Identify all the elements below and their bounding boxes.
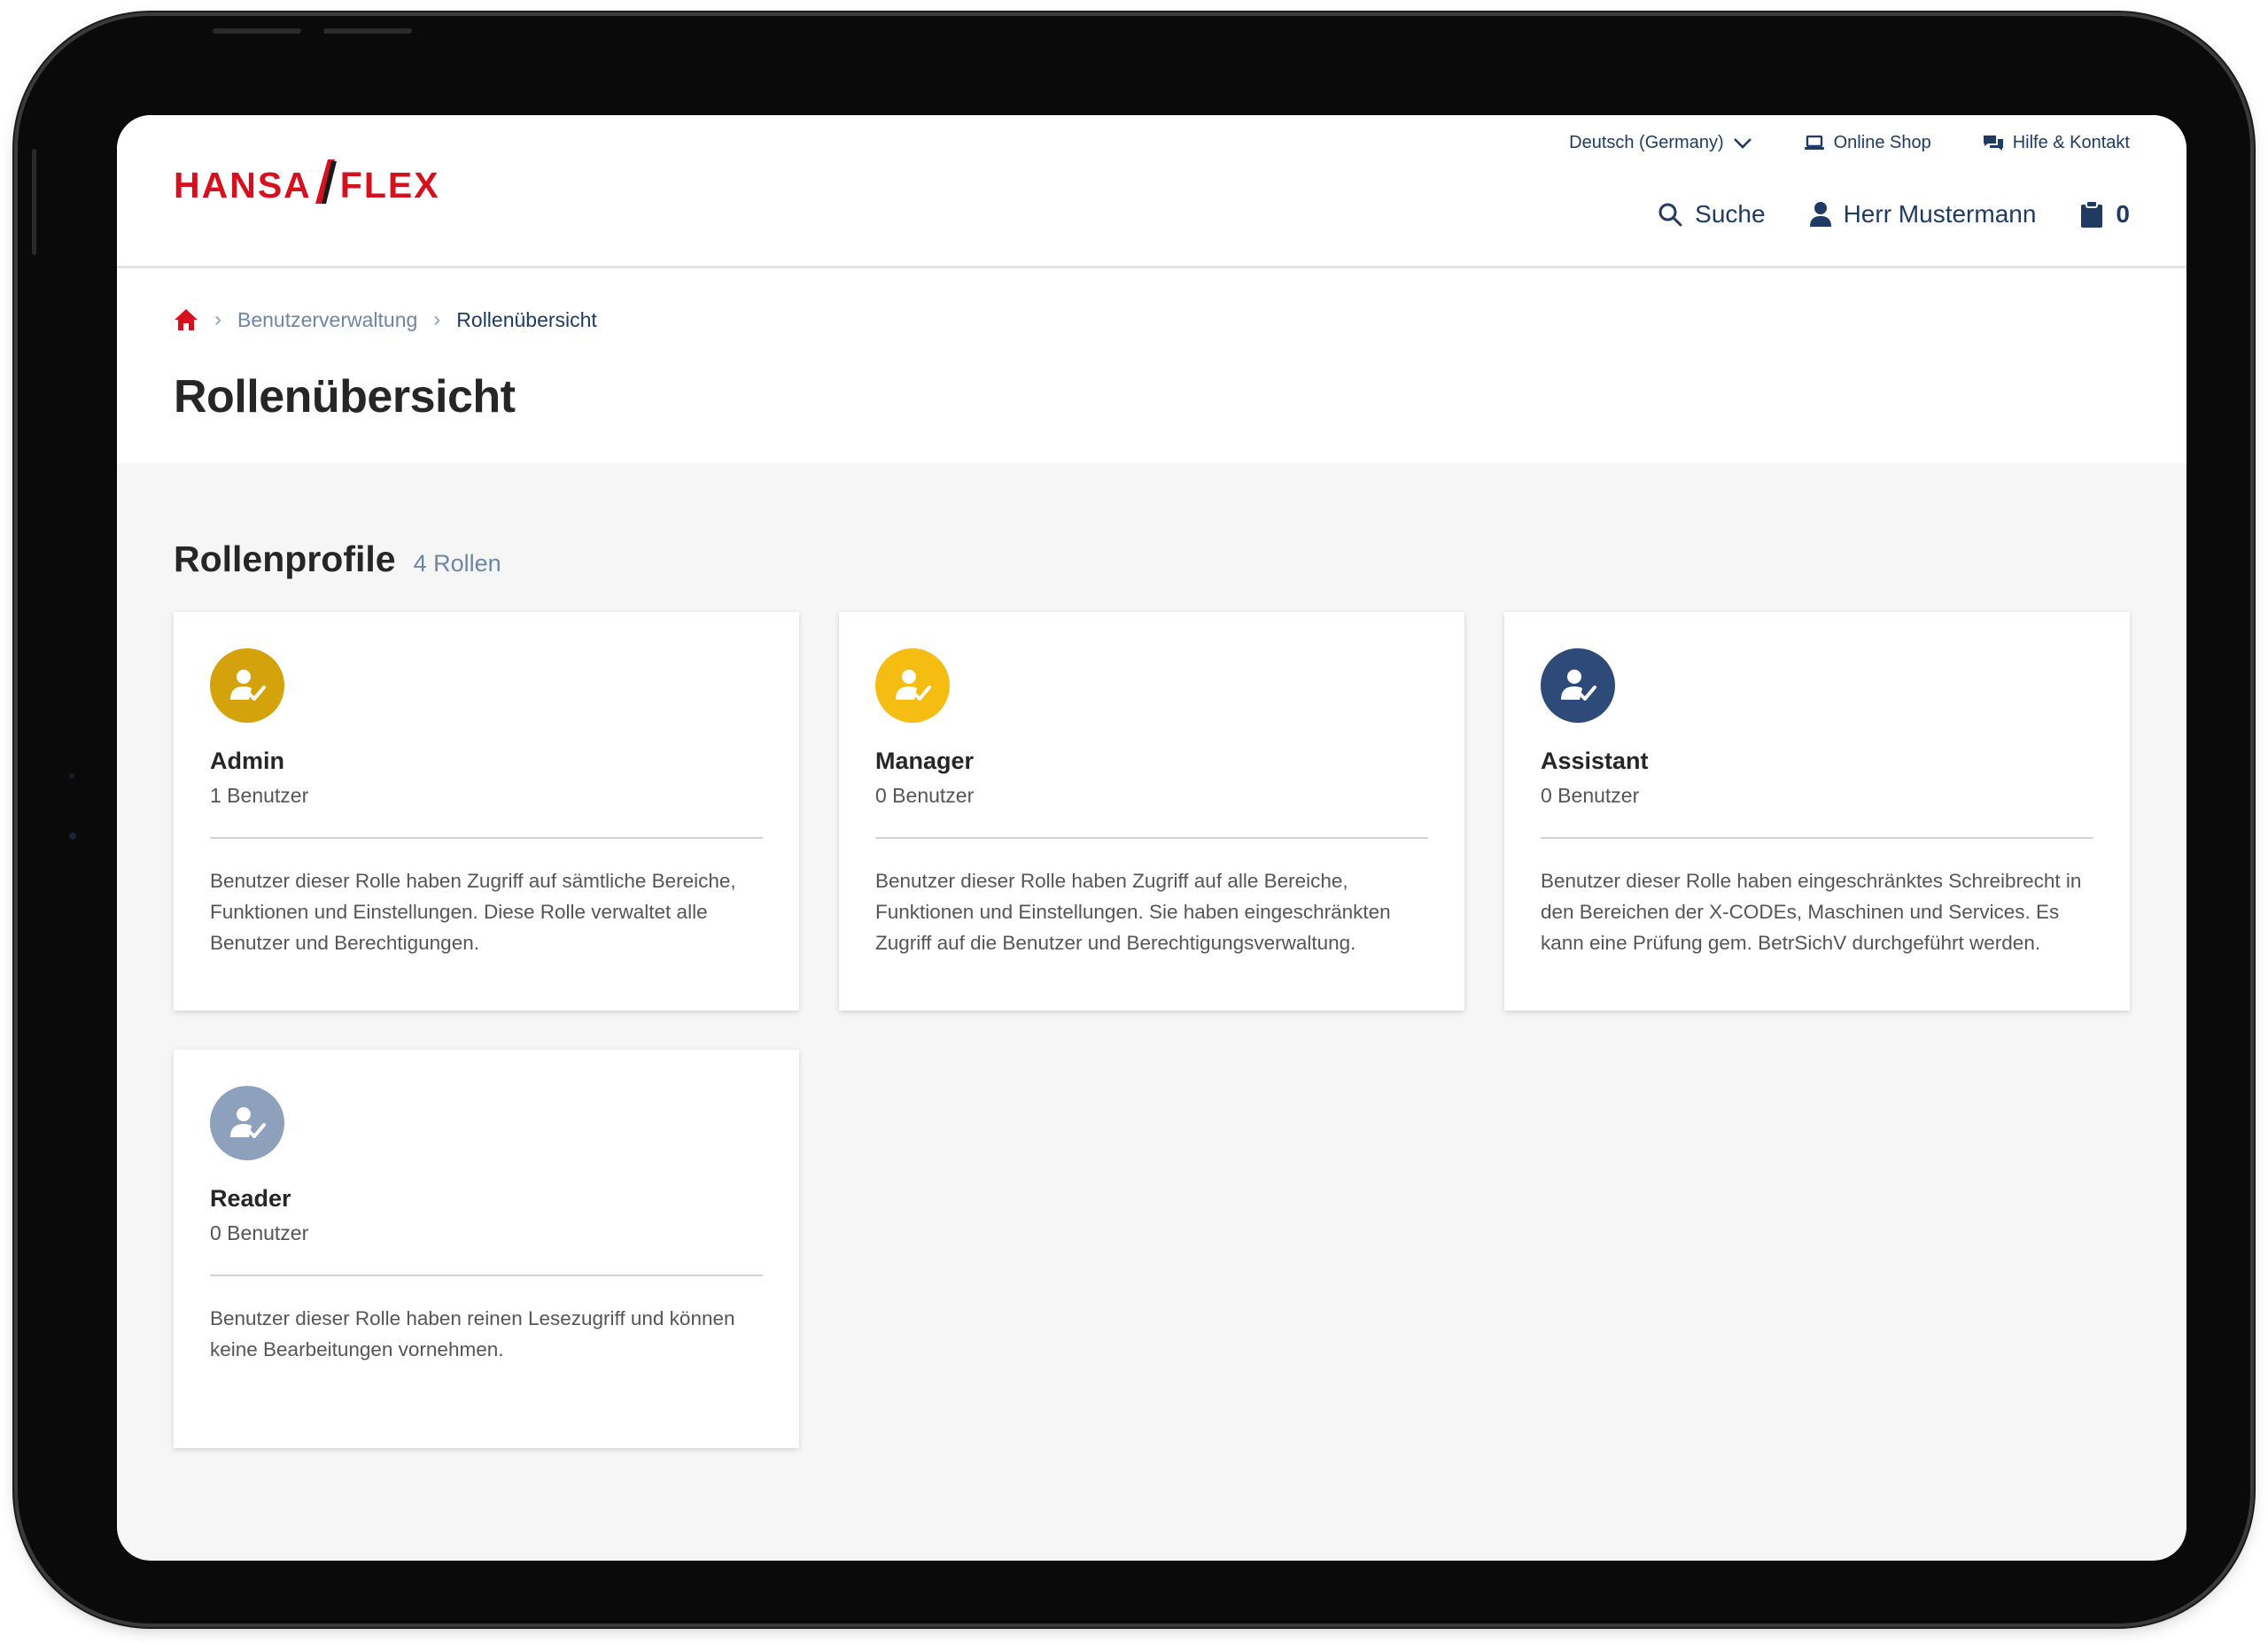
role-card-assistant[interactable]: Assistant 0 Benutzer Benutzer dieser Rol… <box>1504 612 2130 1011</box>
laptop-icon <box>1804 135 1824 150</box>
clipboard-icon <box>2081 201 2103 228</box>
cart-button[interactable]: 0 <box>2080 200 2130 229</box>
breadcrumb: › Benutzerverwaltung › Rollenübersicht <box>174 307 597 332</box>
role-icon-admin <box>210 648 284 723</box>
role-name: Reader <box>210 1185 291 1212</box>
role-user-count: 0 Benutzer <box>1541 784 1640 807</box>
user-check-icon <box>896 670 931 701</box>
card-divider <box>1541 837 2093 839</box>
volume-button <box>323 28 412 34</box>
user-icon <box>1809 202 1831 227</box>
role-icon-manager <box>875 648 950 723</box>
card-divider <box>210 1275 763 1276</box>
help-contact-label: Hilfe & Kontakt <box>2012 133 2130 152</box>
main-nav: Suche Herr Mustermann 0 <box>1658 200 2130 229</box>
online-shop-link[interactable]: Online Shop <box>1804 133 1931 153</box>
chevron-right-icon: › <box>214 307 221 331</box>
search-icon <box>1658 203 1682 227</box>
role-icon-assistant <box>1541 648 1615 723</box>
section-title: Rollenprofile <box>174 539 396 579</box>
chat-icon <box>1983 135 2003 151</box>
role-count: 4 Rollen <box>413 550 501 577</box>
role-description: Benutzer dieser Rolle haben Zugriff auf … <box>875 870 1391 954</box>
search-label: Suche <box>1695 200 1766 228</box>
role-card-admin[interactable]: Admin 1 Benutzer Benutzer dieser Rolle h… <box>174 612 799 1011</box>
sensor-dot <box>69 773 74 779</box>
user-check-icon <box>230 670 266 701</box>
role-name: Assistant <box>1541 748 1649 774</box>
breadcrumb-item-user-management[interactable]: Benutzerverwaltung <box>237 308 417 332</box>
user-name: Herr Mustermann <box>1843 200 2037 228</box>
page-title: Rollenübersicht <box>174 371 516 422</box>
role-user-count: 1 Benutzer <box>210 784 309 807</box>
chevron-down-icon <box>1733 137 1751 149</box>
role-card-reader[interactable]: Reader 0 Benutzer Benutzer dieser Rolle … <box>174 1050 799 1448</box>
logo-text-left: HANSA <box>174 164 312 205</box>
section-header: Rollenprofile 4 Rollen <box>174 539 501 580</box>
logo-text-right: FLEX <box>339 164 440 205</box>
hansaflex-logo[interactable]: HANSA FLEX <box>174 159 440 207</box>
camera-dot <box>69 833 76 840</box>
role-card-manager[interactable]: Manager 0 Benutzer Benutzer dieser Rolle… <box>839 612 1464 1011</box>
tablet-frame: HANSA FLEX Deutsch (Germany) Online Shop… <box>18 16 2250 1624</box>
user-check-icon <box>1561 670 1596 701</box>
utility-nav: Deutsch (Germany) Online Shop Hilfe & Ko… <box>1569 133 2130 153</box>
role-description: Benutzer dieser Rolle haben Zugriff auf … <box>210 870 736 954</box>
language-label: Deutsch (Germany) <box>1569 133 1724 152</box>
role-description: Benutzer dieser Rolle haben reinen Lesez… <box>210 1307 735 1360</box>
role-name: Manager <box>875 748 975 774</box>
app-screen: HANSA FLEX Deutsch (Germany) Online Shop… <box>117 115 2186 1561</box>
role-icon-reader <box>210 1086 284 1160</box>
site-header: HANSA FLEX Deutsch (Germany) Online Shop… <box>117 115 2186 268</box>
cart-count: 0 <box>2116 200 2130 228</box>
breadcrumb-item-role-overview: Rollenübersicht <box>456 307 597 331</box>
power-button <box>32 149 36 255</box>
chevron-right-icon: › <box>433 307 441 331</box>
role-user-count: 0 Benutzer <box>875 784 975 807</box>
language-selector[interactable]: Deutsch (Germany) <box>1569 133 1752 153</box>
logo-slash-icon <box>315 159 337 204</box>
card-divider <box>210 837 763 839</box>
home-icon[interactable] <box>174 308 198 331</box>
role-name: Admin <box>210 748 284 774</box>
user-check-icon <box>230 1107 266 1138</box>
help-contact-link[interactable]: Hilfe & Kontakt <box>1983 133 2130 153</box>
online-shop-label: Online Shop <box>1833 133 1931 152</box>
card-divider <box>875 837 1428 839</box>
page-header: › Benutzerverwaltung › Rollenübersicht R… <box>117 268 2186 463</box>
role-user-count: 0 Benutzer <box>210 1221 309 1244</box>
role-description: Benutzer dieser Rolle haben eingeschränk… <box>1541 870 2082 954</box>
search-button[interactable]: Suche <box>1658 200 1766 229</box>
volume-button <box>213 28 301 34</box>
user-menu[interactable]: Herr Mustermann <box>1809 200 2037 229</box>
